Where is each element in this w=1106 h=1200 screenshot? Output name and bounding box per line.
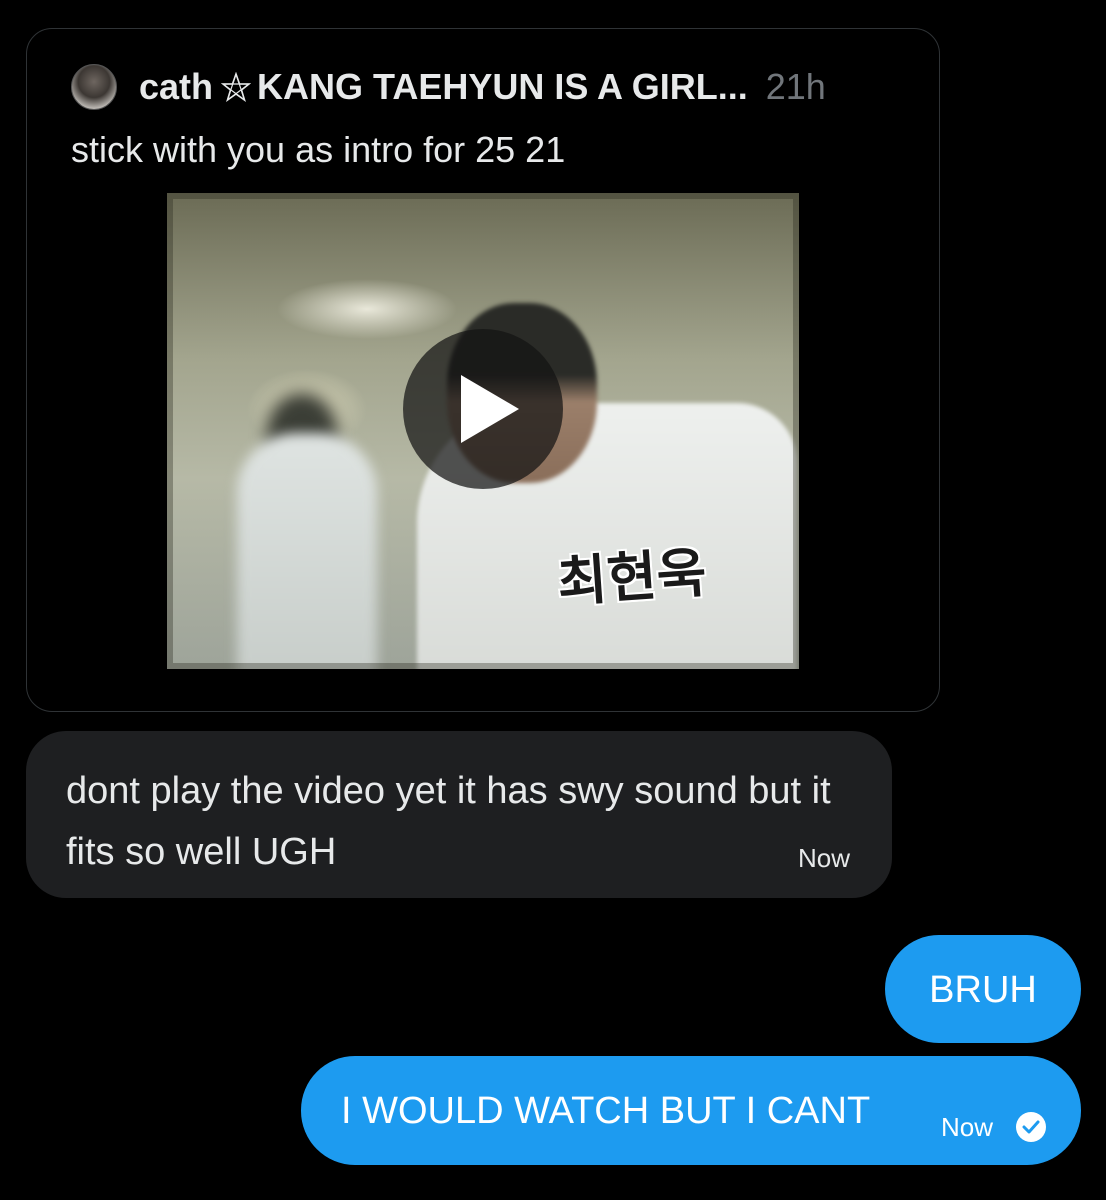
- sent-message-bubble[interactable]: BRUH: [885, 935, 1081, 1043]
- sent-message-bubble[interactable]: I WOULD WATCH BUT I CANT Now: [301, 1056, 1081, 1165]
- post-timestamp: 21h: [765, 66, 826, 107]
- received-message-bubble[interactable]: dont play the video yet it has swy sound…: [26, 731, 892, 898]
- read-check-icon: [1016, 1112, 1046, 1142]
- author-name: cath: [139, 66, 214, 107]
- sent-message-text: BRUH: [929, 969, 1037, 1011]
- video-thumbnail[interactable]: 최현욱: [167, 193, 799, 669]
- author-avatar[interactable]: [71, 64, 117, 110]
- play-icon: [461, 375, 519, 443]
- quoted-post-header: cath KANG TAEHYUN IS A GIRL... 21h: [71, 64, 826, 110]
- quoted-post-text: stick with you as intro for 25 21: [71, 129, 566, 170]
- received-message-text: dont play the video yet it has swy sound…: [66, 770, 831, 873]
- quoted-post-card[interactable]: cath KANG TAEHYUN IS A GIRL... 21h stick…: [26, 28, 940, 712]
- received-message-time: Now: [797, 843, 850, 873]
- dm-conversation: cath KANG TAEHYUN IS A GIRL... 21h stick…: [0, 0, 1106, 1200]
- sent-message-time: Now: [941, 1112, 994, 1142]
- sent-message-text: I WOULD WATCH BUT I CANT: [341, 1090, 871, 1132]
- author-display-name: KANG TAEHYUN IS A GIRL...: [257, 66, 748, 107]
- pentagram-icon: [220, 71, 252, 102]
- play-button[interactable]: [403, 329, 563, 489]
